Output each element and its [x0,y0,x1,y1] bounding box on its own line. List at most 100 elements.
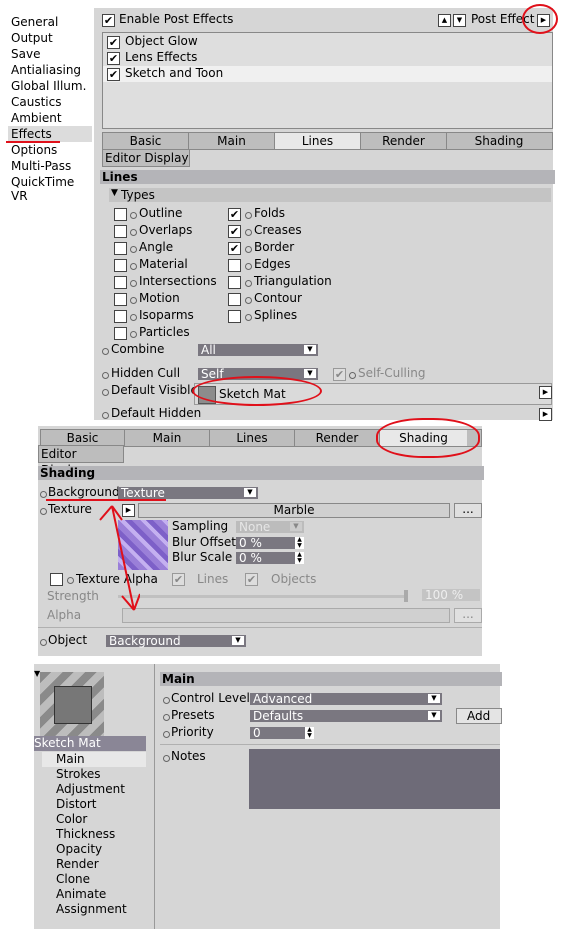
blur-offset-field[interactable]: 0 % ▲ ▼ [236,537,304,549]
keyframe-dot-icon [163,755,170,762]
types-group-header[interactable]: ▼ Types [109,188,551,202]
channel-distort[interactable]: Distort [56,797,97,811]
stepper-arrows-icon[interactable]: ▲ ▼ [295,537,304,549]
blur-scale-field[interactable]: 0 % ▲ ▼ [236,552,304,564]
tab-render[interactable]: Render [361,133,447,149]
notes-textarea[interactable] [249,749,500,809]
tab-basic[interactable]: Basic [41,430,125,446]
strength-slider[interactable] [118,595,408,598]
channel-opacity[interactable]: Opacity [56,842,102,856]
default-hidden-menu-button[interactable]: ▶ [539,408,552,421]
default-visible-menu-button[interactable]: ▶ [539,386,552,399]
channel-color[interactable]: Color [56,812,87,826]
stepper-arrows-icon[interactable]: ▲ ▼ [295,552,304,564]
sidebar-item-general[interactable]: General [11,15,58,29]
keyframe-dot-icon [349,372,356,379]
stepper-arrows-icon[interactable]: ▲ ▼ [305,727,314,739]
sidebar-item-output[interactable]: Output [11,31,53,45]
tab-lines[interactable]: Lines [210,430,295,446]
keyframe-dot-icon [245,297,252,304]
sidebar-item-antialiasing[interactable]: Antialiasing [11,63,81,77]
channel-adjustment[interactable]: Adjustment [56,782,125,796]
outline-checkbox[interactable] [114,208,127,221]
texture-browse-button[interactable]: ... [454,503,482,518]
objects-checkbox[interactable]: ✔ [245,573,258,586]
sidebar-item-quicktime-vr[interactable]: QuickTime VR [11,175,94,203]
alpha-field[interactable] [122,608,450,623]
divider [154,664,155,929]
object-glow-checkbox[interactable]: ✔ [107,36,120,49]
sidebar-item-options[interactable]: Options [11,143,57,157]
folds-checkbox[interactable]: ✔ [228,208,241,221]
object-dropdown[interactable]: Background ▼ [106,635,246,647]
isoparms-checkbox[interactable] [114,310,127,323]
tab-main[interactable]: Main [189,133,275,149]
blur-scale-label: Blur Scale [172,550,233,564]
splines-checkbox[interactable] [228,310,241,323]
list-item[interactable]: Object Glow [125,34,198,48]
chevron-down-icon: ▼ [428,694,440,703]
alpha-browse-button[interactable]: ... [454,608,482,623]
motion-label: Motion [139,291,180,305]
combine-label: Combine [111,342,165,356]
angle-checkbox[interactable] [114,242,127,255]
intersections-checkbox[interactable] [114,276,127,289]
channel-animate[interactable]: Animate [56,887,106,901]
control-level-dropdown[interactable]: Advanced ▼ [250,693,442,705]
sampling-dropdown[interactable]: None ▼ [236,521,304,533]
sketch-and-toon-checkbox[interactable]: ✔ [107,68,120,81]
creases-checkbox[interactable]: ✔ [228,225,241,238]
sidebar-item-multi-pass[interactable]: Multi-Pass [11,159,71,173]
tab-main[interactable]: Main [125,430,210,446]
lens-effects-checkbox[interactable]: ✔ [107,52,120,65]
preview-menu-arrow-icon[interactable]: ▼ [34,669,40,678]
tab-render[interactable]: Render [295,430,380,446]
texture-field[interactable]: Marble [138,503,450,518]
list-item[interactable]: Lens Effects [125,50,197,64]
contour-checkbox[interactable] [228,293,241,306]
sidebar-item-global-illum[interactable]: Global Illum. [11,79,86,93]
enable-post-effects-checkbox[interactable]: ✔ [102,14,115,27]
presets-dropdown[interactable]: Defaults ▼ [250,710,442,722]
channel-label: Main [56,752,85,766]
overlaps-checkbox[interactable] [114,225,127,238]
strength-slider-handle[interactable] [404,590,408,602]
combine-dropdown[interactable]: All ▼ [198,344,318,356]
particles-checkbox[interactable] [114,327,127,340]
tab-basic[interactable]: Basic [103,133,189,149]
channel-main[interactable]: Main [42,752,146,767]
channel-assignment[interactable]: Assignment [56,902,127,916]
sidebar-item-save[interactable]: Save [11,47,40,61]
move-down-icon[interactable]: ▼ [453,14,466,27]
triangulation-label: Triangulation [254,274,332,288]
move-up-icon[interactable]: ▲ [438,14,451,27]
annotation-underline-effects [6,141,60,143]
channel-thickness[interactable]: Thickness [56,827,115,841]
edges-checkbox[interactable] [228,259,241,272]
self-culling-checkbox[interactable]: ✔ [333,368,346,381]
sidebar-item-effects[interactable]: Effects [8,126,92,142]
triangulation-checkbox[interactable] [228,276,241,289]
lines-checkbox[interactable]: ✔ [172,573,185,586]
keyframe-dot-icon [130,246,137,253]
material-checkbox[interactable] [114,259,127,272]
strength-field[interactable]: 100 % [422,589,480,601]
priority-field[interactable]: 0 ▲ ▼ [250,727,314,739]
border-label: Border [254,240,295,254]
tab-editor-display[interactable]: Editor Display [102,149,190,167]
channel-render[interactable]: Render [56,857,99,871]
priority-value: 0 [253,726,261,740]
keyframe-dot-icon [130,331,137,338]
tab-editor-display[interactable]: Editor Display [38,445,124,477]
chevron-down-icon: ▼ [290,522,302,531]
border-checkbox[interactable]: ✔ [228,242,241,255]
add-preset-button[interactable]: Add P [456,708,502,724]
material-preview [40,672,104,736]
channel-clone[interactable]: Clone [56,872,90,886]
sidebar-item-caustics[interactable]: Caustics [11,95,61,109]
tab-lines[interactable]: Lines [275,133,361,149]
tab-shading[interactable]: Shading [447,133,551,149]
channel-strokes[interactable]: Strokes [56,767,101,781]
motion-checkbox[interactable] [114,293,127,306]
list-item[interactable]: Sketch and Toon [125,66,223,80]
